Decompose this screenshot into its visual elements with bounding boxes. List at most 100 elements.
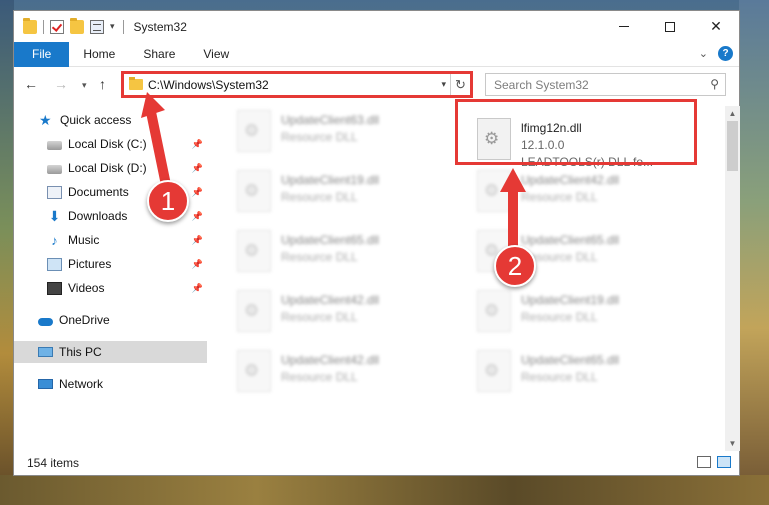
pin-icon[interactable]: 📌 (192, 163, 203, 174)
up-arrow-icon[interactable]: ↑ (99, 76, 106, 92)
ribbon-tabs: File Home Share View ⌄ ? (14, 41, 739, 67)
search-icon[interactable]: ⚲ (710, 77, 719, 91)
scroll-thumb[interactable] (727, 121, 738, 171)
ribbon-right-controls: ⌄ ? (699, 46, 733, 61)
disk-icon (47, 164, 62, 174)
file-type: Resource DLL (281, 190, 358, 204)
maximize-icon (665, 21, 675, 32)
tab-file[interactable]: File (14, 41, 70, 67)
navigation-bar: ← → ▾ ↑ C:\Windows\System32 ▾ ↻ ⚲ (14, 68, 739, 102)
dll-file-icon (237, 230, 271, 272)
sidebar-item-quick-access[interactable]: ★ Quick access (14, 109, 207, 131)
file-name: UpdateClient42.dll (281, 293, 380, 307)
sidebar-item-label: Pictures (68, 257, 112, 271)
sidebar-item-label: Network (59, 377, 104, 391)
search-box[interactable]: ⚲ (485, 73, 726, 96)
file-item[interactable]: UpdateClient42.dll Resource DLL (469, 166, 699, 224)
recent-locations-dropdown-icon[interactable]: ▾ (82, 80, 87, 91)
file-name: UpdateClient42.dll (521, 173, 620, 187)
music-icon: ♪ (51, 232, 58, 248)
help-icon[interactable]: ? (718, 46, 733, 61)
pin-icon[interactable]: 📌 (192, 235, 203, 246)
pin-icon[interactable]: 📌 (192, 211, 203, 222)
sidebar-item-label: Videos (68, 281, 105, 295)
file-explorer-window: ▾ System32 ✕ File Home Share View ⌄ ? ← … (13, 10, 740, 476)
vertical-scrollbar[interactable]: ▲ ▼ (725, 106, 740, 451)
file-type: Resource DLL (521, 310, 598, 324)
scroll-down-icon[interactable]: ▼ (725, 436, 740, 451)
pictures-icon (47, 257, 62, 271)
disk-icon (47, 140, 62, 150)
minimize-button[interactable] (601, 11, 647, 42)
file-name: UpdateClient19.dll (281, 173, 380, 187)
tiles-view-icon[interactable] (717, 456, 731, 468)
dll-file-icon (477, 290, 511, 332)
sidebar-item-videos[interactable]: Videos 📌 (14, 277, 207, 299)
sidebar-item-label: Local Disk (C:) (68, 137, 147, 151)
callout-step-2: 2 (494, 245, 536, 287)
forward-arrow-icon[interactable]: → (54, 76, 68, 92)
dll-file-icon (237, 110, 271, 152)
dll-file-icon (237, 290, 271, 332)
dll-file-icon (477, 350, 511, 392)
file-item[interactable]: UpdateClient65.dll Resource DLL (469, 346, 699, 404)
file-type: Resource DLL (521, 370, 598, 384)
file-item[interactable]: UpdateClient42.dll Resource DLL (229, 286, 459, 344)
sidebar-item-pictures[interactable]: Pictures 📌 (14, 253, 207, 275)
file-item[interactable]: UpdateClient19.dll Resource DLL (229, 166, 459, 224)
quick-access-toolbar: ▾ (23, 17, 130, 34)
expand-ribbon-icon[interactable]: ⌄ (699, 47, 708, 60)
close-button[interactable]: ✕ (693, 11, 739, 42)
sidebar-item-label: Music (68, 233, 100, 247)
window-title: System32 (133, 19, 187, 34)
maximize-button[interactable] (647, 11, 693, 42)
sidebar-item-network[interactable]: Network (14, 373, 207, 395)
sidebar-item-label: OneDrive (59, 313, 110, 327)
status-bar: 154 items (14, 451, 739, 475)
pin-icon[interactable]: 📌 (192, 259, 203, 270)
file-type: Resource DLL (281, 310, 358, 324)
network-icon (38, 379, 53, 389)
properties-icon[interactable] (90, 19, 104, 34)
dll-file-icon (477, 170, 511, 212)
pin-icon[interactable]: 📌 (192, 187, 203, 198)
toolbar-separator (43, 19, 44, 34)
file-item[interactable]: UpdateClient19.dll Resource DLL (469, 286, 699, 344)
sidebar-item-music[interactable]: ♪ Music 📌 (14, 229, 207, 251)
tab-view[interactable]: View (189, 42, 243, 67)
address-dropdown-icon[interactable]: ▾ (441, 79, 446, 90)
back-arrow-icon[interactable]: ← (24, 76, 38, 92)
sidebar-item-local-disk-c[interactable]: Local Disk (C:) 📌 (14, 133, 207, 155)
sidebar-item-onedrive[interactable]: OneDrive (14, 309, 207, 331)
sidebar-item-this-pc[interactable]: This PC (14, 341, 207, 363)
file-item[interactable]: UpdateClient65.dll Resource DLL (229, 226, 459, 284)
search-input[interactable] (486, 77, 696, 92)
pin-icon[interactable]: 📌 (192, 139, 203, 150)
sidebar-item-local-disk-d[interactable]: Local Disk (D:) 📌 (14, 157, 207, 179)
scroll-up-icon[interactable]: ▲ (725, 106, 740, 121)
file-item[interactable]: UpdateClient42.dll Resource DLL (229, 346, 459, 404)
refresh-icon[interactable]: ↻ (450, 74, 470, 95)
this-pc-icon (38, 347, 53, 357)
sidebar-item-label: Local Disk (D:) (68, 161, 147, 175)
sidebar-item-label: Quick access (60, 113, 132, 127)
file-item[interactable]: UpdateClient63.dll Resource DLL (229, 106, 459, 164)
dll-file-icon (237, 350, 271, 392)
pin-icon[interactable]: 📌 (192, 283, 203, 294)
desktop-background-bottom (0, 475, 769, 505)
folder-icon (23, 17, 37, 34)
tab-share[interactable]: Share (129, 42, 189, 67)
file-name: UpdateClient63.dll (281, 113, 380, 127)
address-folder-icon (129, 77, 143, 90)
tab-home[interactable]: Home (69, 42, 129, 67)
desktop-background-left (0, 0, 14, 505)
file-type: Resource DLL (281, 130, 358, 144)
customize-toolbar-dropdown[interactable]: ▾ (110, 21, 115, 32)
new-folder-icon[interactable] (70, 17, 84, 34)
address-bar[interactable]: C:\Windows\System32 ▾ ↻ (121, 71, 473, 98)
details-view-icon[interactable] (697, 456, 711, 468)
address-path[interactable]: C:\Windows\System32 (148, 78, 269, 92)
properties-check-icon[interactable] (50, 19, 64, 34)
file-type: Resource DLL (281, 370, 358, 384)
file-name: UpdateClient42.dll (281, 353, 380, 367)
